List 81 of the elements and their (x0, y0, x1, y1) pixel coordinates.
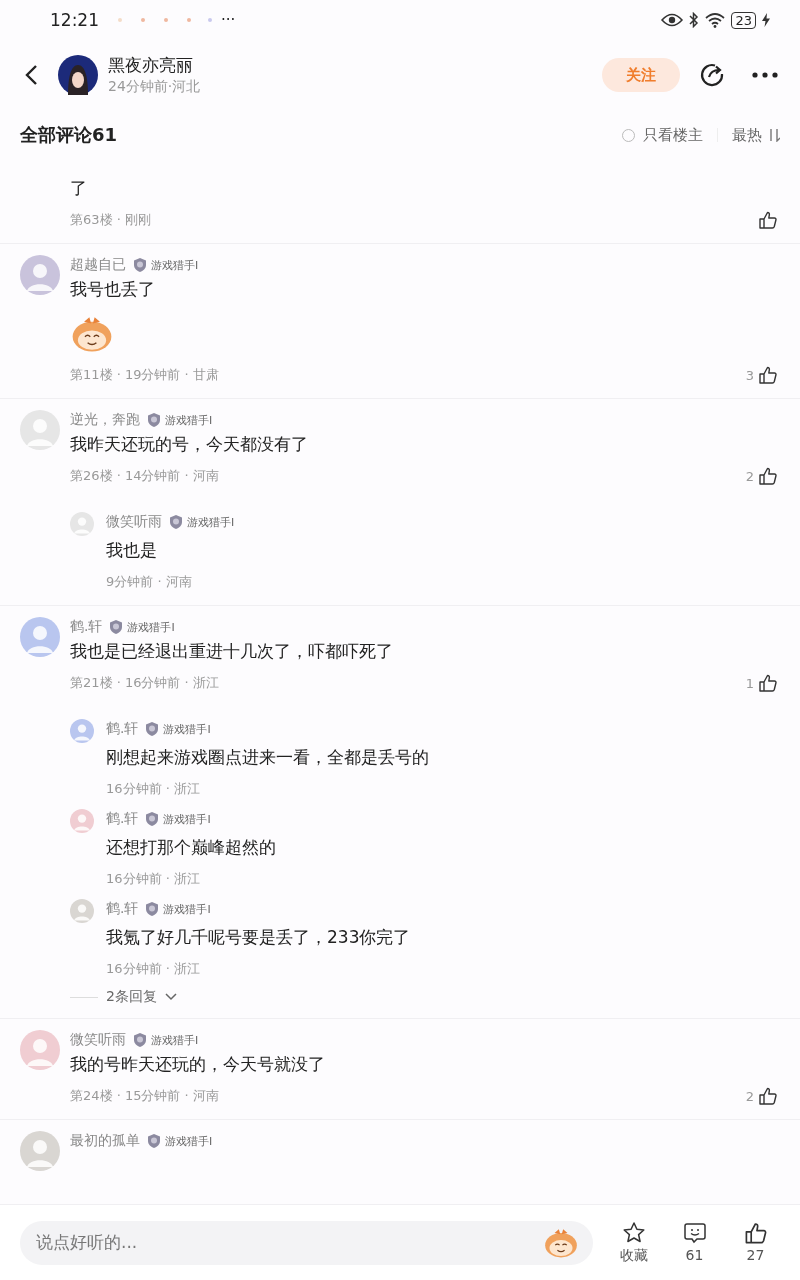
comment-meta: 第24楼 · 15分钟前 · 河南 (70, 1087, 219, 1105)
notification-icon (117, 17, 213, 23)
clock: 12:21 (50, 10, 99, 30)
user-name[interactable]: 微笑听雨 (70, 1031, 126, 1049)
reply-text: 我也是 (106, 539, 158, 562)
chevron-down-icon[interactable] (164, 993, 177, 1001)
badge-label: 游戏猎手I (163, 901, 211, 917)
post-meta: 24分钟前·河北 (108, 77, 202, 96)
badge-label: 游戏猎手I (165, 1133, 213, 1149)
comment-input[interactable]: 说点好听的... (20, 1220, 593, 1265)
user-name[interactable]: 鹤.轩 (106, 810, 139, 828)
like-icon[interactable] (758, 466, 778, 486)
badge-label: 游戏猎手I (163, 811, 211, 827)
badge-label: 游戏猎手I (187, 514, 235, 530)
comment-meta: 9分钟前 · 河南 (106, 573, 192, 591)
comment-meta: 16分钟前 · 浙江 (106, 780, 200, 798)
comments-title: 全部评论61 (20, 123, 119, 147)
like-icon[interactable] (758, 365, 778, 385)
comment-icon[interactable] (682, 1220, 707, 1245)
reply-text: 还想打那个巅峰超然的 (106, 836, 277, 859)
like-icon[interactable] (758, 673, 778, 693)
author-avatar[interactable] (58, 55, 98, 95)
comment-text: 我号也丢了 (70, 278, 156, 301)
action-label[interactable]: 收藏 (619, 1246, 648, 1265)
user-name[interactable]: 超越自已 (70, 256, 126, 274)
badge-icon (168, 514, 184, 530)
user-name[interactable]: 最初的孤单 (70, 1132, 140, 1150)
more-icon[interactable] (752, 72, 778, 78)
like-count: 2 (745, 468, 754, 484)
like-icon[interactable] (743, 1220, 768, 1245)
badge-icon (144, 721, 161, 737)
like-count: 3 (745, 367, 754, 383)
like-count: 1 (745, 675, 754, 691)
badge-icon (132, 1032, 148, 1048)
comment-meta: 第11楼 · 19分钟前 · 甘肃 (70, 366, 219, 384)
star-icon[interactable] (621, 1220, 646, 1245)
eye-icon (661, 13, 684, 27)
sort-icon[interactable] (768, 128, 780, 142)
badge-icon (132, 257, 148, 273)
comment-meta: 16分钟前 · 浙江 (106, 870, 200, 888)
comment-meta: 第21楼 · 16分钟前 · 浙江 (70, 674, 219, 692)
badge-icon (146, 412, 162, 428)
like-icon[interactable] (758, 1086, 778, 1106)
action-label[interactable]: 61 (685, 1246, 704, 1263)
comment-text: 我也是已经退出重进十几次了，吓都吓死了 (70, 640, 394, 663)
user-name[interactable]: 逆光，奔跑 (70, 411, 140, 429)
badge-icon (144, 811, 161, 827)
input-placeholder: 说点好听的... (36, 1231, 139, 1254)
action-label[interactable]: 27 (746, 1246, 765, 1263)
wifi-icon (705, 12, 726, 28)
badge-label: 游戏猎手I (151, 1032, 199, 1048)
like-count: 2 (745, 1088, 754, 1104)
comment-meta: 16分钟前 · 浙江 (106, 960, 200, 978)
comment-text: 我的号昨天还玩的，今天号就没了 (70, 1053, 326, 1076)
reply-text: 我氪了好几千呢号要是丢了，233你完了 (106, 926, 412, 949)
more-replies-link[interactable]: 2条回复 (106, 988, 157, 1006)
comment-meta: 第63楼 · 刚刚 (70, 211, 151, 229)
badge-icon (144, 901, 161, 917)
comment-text: 了 (70, 177, 88, 200)
badge-label: 游戏猎手I (151, 257, 199, 273)
bluetooth-icon (689, 12, 700, 28)
battery-level: 23 (731, 11, 756, 29)
follow-button[interactable]: 关注 (602, 58, 680, 92)
badge-label: 游戏猎手I (127, 619, 175, 635)
user-name[interactable]: 微笑听雨 (106, 513, 162, 531)
like-icon[interactable] (758, 210, 778, 230)
user-name[interactable]: 鹤.轩 (70, 618, 103, 636)
comment-meta: 第26楼 · 14分钟前 · 河南 (70, 467, 219, 485)
author-name[interactable]: 黑夜亦亮丽 (108, 54, 602, 76)
badge-icon (146, 1133, 162, 1149)
sort-option[interactable]: 最热 (732, 125, 762, 145)
badge-icon (108, 619, 125, 635)
reply-text: 刚想起来游戏圈点进来一看，全都是丢号的 (106, 746, 430, 769)
more-notifications: ··· (221, 11, 236, 29)
author-only-filter[interactable]: 只看楼主 (643, 125, 703, 145)
user-name[interactable]: 鹤.轩 (106, 720, 139, 738)
comment-text: 我昨天还玩的号，今天都没有了 (70, 433, 309, 456)
badge-label: 游戏猎手I (165, 412, 213, 428)
user-name[interactable]: 鹤.轩 (106, 900, 139, 918)
share-icon[interactable] (700, 62, 726, 88)
badge-label: 游戏猎手I (163, 721, 211, 737)
